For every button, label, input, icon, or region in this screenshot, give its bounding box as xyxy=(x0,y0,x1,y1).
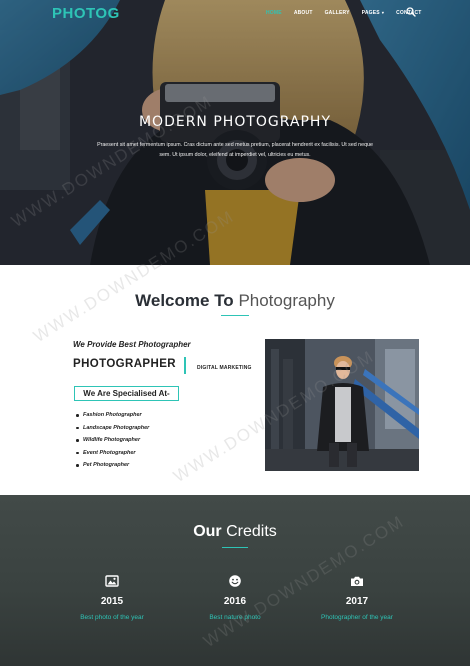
digital-marketing-label: DIGITAL MARKETING xyxy=(197,365,252,371)
specialised-box: We Are Specialised At- xyxy=(74,386,179,401)
hero-description: Praesent sit amet fermentum ipsum. Cras … xyxy=(97,142,373,158)
credit-label: Best photo of the year xyxy=(80,614,144,621)
nav-link-pages[interactable]: PAGES ▾ xyxy=(362,10,384,16)
photographer-accent-bar xyxy=(184,357,186,374)
credit-label: Best nature photo xyxy=(209,614,261,621)
credit-year: 2017 xyxy=(345,596,369,607)
credit-item-2017: 2017 Photographer of the year xyxy=(292,574,422,621)
hero-overlay xyxy=(0,0,470,265)
welcome-heading-bold: Welcome To xyxy=(135,291,234,310)
list-item: Pet Photographer xyxy=(76,459,149,472)
nav-link-home[interactable]: HOME xyxy=(266,10,282,16)
brand-logo[interactable]: PHOTOG xyxy=(52,5,120,22)
welcome-underline xyxy=(221,315,249,316)
nav-link-pages-label: PAGES xyxy=(361,10,380,16)
chevron-down-icon: ▾ xyxy=(381,10,385,15)
hero-section: PHOTOG HOME ABOUT GALLERY PAGES ▾ CONTACT… xyxy=(0,0,470,265)
provide-heading: We Provide Best Photographer xyxy=(73,340,191,349)
credit-item-2015: 2015 Best photo of the year xyxy=(47,574,177,621)
credit-year: 2015 xyxy=(100,596,124,607)
specialities-list: Fashion Photographer Landscape Photograp… xyxy=(76,409,149,472)
search-icon[interactable] xyxy=(406,7,416,17)
photographer-label: PHOTOGRAPHER xyxy=(73,358,176,370)
nav-link-about[interactable]: ABOUT xyxy=(294,10,313,16)
welcome-heading-light: Photography xyxy=(238,291,335,310)
list-item: Event Photographer xyxy=(76,447,149,460)
nav-link-gallery[interactable]: GALLERY xyxy=(325,10,350,16)
credit-item-2016: 2016 Best nature photo xyxy=(170,574,300,621)
image-icon xyxy=(105,575,119,587)
list-item: Landscape Photographer xyxy=(76,422,149,435)
photographer-portrait-image xyxy=(265,339,419,471)
credit-label: Photographer of the year xyxy=(321,614,393,621)
credits-heading-light: Credits xyxy=(226,523,277,540)
smile-icon xyxy=(229,575,241,587)
credits-heading-bold: Our xyxy=(193,523,222,540)
hero-title: MODERN PHOTOGRAPHY xyxy=(138,114,332,130)
credits-heading: Our Credits xyxy=(0,523,470,541)
welcome-heading: Welcome To Photography xyxy=(0,291,470,311)
top-navbar: PHOTOG HOME ABOUT GALLERY PAGES ▾ CONTACT xyxy=(0,0,470,28)
list-item: Fashion Photographer xyxy=(76,409,149,422)
credit-year: 2016 xyxy=(223,596,247,607)
credits-underline xyxy=(222,547,248,548)
list-item: Wildlife Photographer xyxy=(76,434,149,447)
camera-icon xyxy=(351,576,363,586)
